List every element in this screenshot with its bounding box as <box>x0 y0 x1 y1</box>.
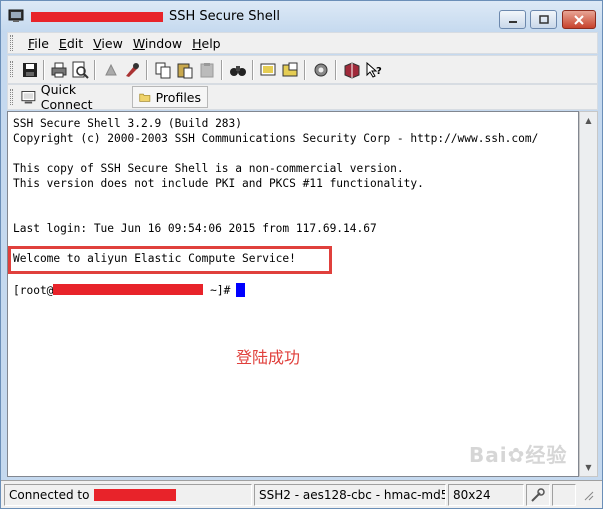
toolbar-separator <box>43 60 45 80</box>
terminal-line: SSH Secure Shell 3.2.9 (Build 283) <box>13 117 243 130</box>
toolbar-separator <box>221 60 223 80</box>
terminal-line: Copyright (c) 2000-2003 SSH Communicatio… <box>13 132 539 145</box>
shortcut-bar: Quick Connect Profiles <box>7 82 598 112</box>
tools-status-icon <box>531 488 545 502</box>
menu-window[interactable]: Window <box>128 36 187 51</box>
minimize-icon <box>508 20 517 23</box>
shortcut-grip[interactable] <box>10 89 13 105</box>
print-preview-icon[interactable] <box>71 61 89 79</box>
toolbar-separator <box>335 60 337 80</box>
host-redaction <box>94 489 177 501</box>
terminal-line: This version does not include PKI and PK… <box>13 177 424 190</box>
menu-view[interactable]: View <box>88 36 128 51</box>
scroll-up-arrow-icon[interactable]: ▲ <box>580 112 597 129</box>
profiles-button[interactable]: Profiles <box>132 86 208 108</box>
terminal-app-icon <box>8 9 24 22</box>
toolbar-separator <box>252 60 254 80</box>
baidu-watermark-logo: Bai✿经验 <box>469 443 568 467</box>
window-title: SSH Secure Shell <box>169 9 280 24</box>
ssh-window: SSH Secure Shell File Edit View Window H… <box>0 0 603 509</box>
copy-icon[interactable] <box>154 61 172 79</box>
minimize-button[interactable] <box>499 10 526 29</box>
settings-icon[interactable] <box>123 61 141 79</box>
status-extra <box>552 484 576 506</box>
close-button[interactable] <box>562 10 596 29</box>
menu-bar: File Edit View Window Help <box>7 32 598 54</box>
menu-file[interactable]: File <box>23 36 54 51</box>
size-grip[interactable] <box>578 484 600 506</box>
folder-icon <box>139 93 151 102</box>
toolbar-separator <box>146 60 148 80</box>
terminal-line: This copy of SSH Secure Shell is a non-c… <box>13 162 404 175</box>
menu-help[interactable]: Help <box>187 36 226 51</box>
svg-text:?: ? <box>376 66 382 77</box>
resize-grip-icon <box>584 491 594 501</box>
scroll-down-arrow-icon[interactable]: ▼ <box>580 459 597 476</box>
find-icon[interactable] <box>229 61 247 79</box>
terminal-area[interactable]: SSH Secure Shell 3.2.9 (Build 283) Copyr… <box>7 111 579 477</box>
vertical-scrollbar[interactable]: ▲ ▼ <box>579 111 598 477</box>
gear-icon[interactable] <box>312 61 330 79</box>
toolbar-grip[interactable] <box>10 61 13 77</box>
quick-connect-label: Quick Connect <box>40 82 93 112</box>
shell-prompt: [root@ ~]# <box>13 283 246 297</box>
status-connected-label: Connected to <box>9 488 90 502</box>
quick-connect-button[interactable]: Quick Connect <box>14 82 132 112</box>
new-terminal-icon[interactable] <box>259 61 277 79</box>
terminal-cursor <box>236 283 246 297</box>
print-icon[interactable] <box>50 61 68 79</box>
welcome-message: Welcome to aliyun Elastic Compute Servic… <box>13 252 296 265</box>
status-size: 80x24 <box>448 484 524 506</box>
status-lock <box>526 484 550 506</box>
toolbar: ? <box>7 55 598 84</box>
terminal-line: Last login: Tue Jun 16 09:54:06 2015 fro… <box>13 222 377 235</box>
status-cipher: SSH2 - aes128-cbc - hmac-md5 <box>254 484 446 506</box>
toolbar-separator <box>94 60 96 80</box>
maximize-icon <box>538 15 549 24</box>
title-redaction <box>31 12 163 22</box>
save-icon[interactable] <box>21 61 39 79</box>
paste-icon[interactable] <box>176 61 194 79</box>
quick-connect-icon <box>21 90 36 104</box>
disconnect-icon[interactable] <box>102 61 120 79</box>
login-success-annotation: 登陆成功 <box>236 348 301 367</box>
new-file-transfer-icon[interactable] <box>281 61 299 79</box>
status-connection: Connected to <box>4 484 252 506</box>
menu-edit[interactable]: Edit <box>54 36 88 51</box>
menu-grip[interactable] <box>10 35 13 51</box>
profiles-label: Profiles <box>155 89 201 105</box>
title-bar[interactable]: SSH Secure Shell <box>1 1 602 31</box>
toolbar-separator <box>304 60 306 80</box>
paste-disabled-icon[interactable] <box>198 61 216 79</box>
context-help-icon[interactable]: ? <box>365 61 383 79</box>
book-icon[interactable] <box>343 61 361 79</box>
maximize-button[interactable] <box>530 10 557 29</box>
hostname-redaction <box>53 284 204 295</box>
status-bar: Connected to SSH2 - aes128-cbc - hmac-md… <box>1 480 602 508</box>
close-icon <box>574 14 584 25</box>
